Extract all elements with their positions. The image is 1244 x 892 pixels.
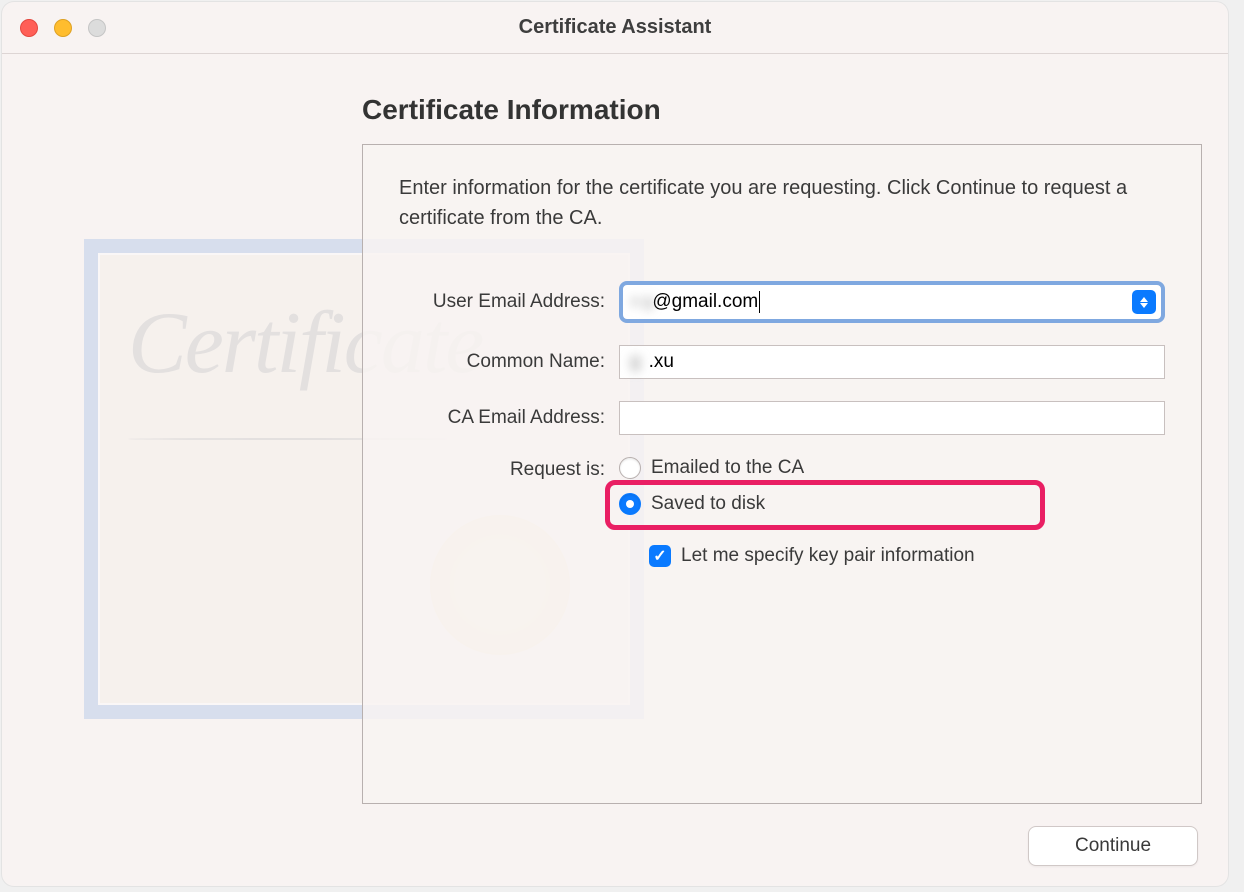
email-hidden-part: x g bbox=[631, 293, 652, 311]
radio-saved-to-disk[interactable]: Saved to disk bbox=[619, 493, 1165, 515]
form-description: Enter information for the certificate yo… bbox=[399, 173, 1165, 233]
form-panel: Enter information for the certificate yo… bbox=[362, 144, 1202, 804]
radio-emailed-to-ca[interactable]: Emailed to the CA bbox=[619, 457, 1165, 479]
email-input[interactable] bbox=[760, 291, 1132, 313]
maximize-window-button bbox=[88, 19, 106, 37]
radio-icon-selected bbox=[619, 493, 641, 515]
titlebar: Certificate Assistant bbox=[2, 2, 1228, 54]
window-title: Certificate Assistant bbox=[519, 16, 712, 39]
common-name-visible-part: .xu bbox=[649, 351, 674, 373]
radio-saved-label: Saved to disk bbox=[651, 493, 765, 515]
key-pair-checkbox-row[interactable]: Let me specify key pair information bbox=[633, 537, 991, 575]
content-area: Certificate Certificate Information Ente… bbox=[2, 54, 1228, 886]
common-name-label: Common Name: bbox=[399, 351, 619, 373]
ca-email-label: CA Email Address: bbox=[399, 407, 619, 429]
traffic-lights bbox=[20, 19, 106, 37]
key-pair-label: Let me specify key pair information bbox=[681, 545, 975, 567]
minimize-window-button[interactable] bbox=[54, 19, 72, 37]
continue-button[interactable]: Continue bbox=[1028, 826, 1198, 866]
radio-icon bbox=[619, 457, 641, 479]
combobox-stepper-icon[interactable] bbox=[1132, 290, 1156, 314]
main-form-area: Certificate Information Enter informatio… bbox=[362, 94, 1198, 804]
radio-emailed-label: Emailed to the CA bbox=[651, 457, 804, 479]
ca-email-input[interactable] bbox=[619, 401, 1165, 435]
request-radio-group: Emailed to the CA Saved to disk bbox=[619, 457, 1165, 515]
checkmark-icon bbox=[649, 545, 671, 567]
request-label: Request is: bbox=[399, 457, 619, 481]
email-combobox[interactable]: x g @gmail.com bbox=[619, 281, 1165, 323]
certificate-assistant-window: Certificate Assistant Certificate Certif… bbox=[2, 2, 1228, 886]
close-window-button[interactable] bbox=[20, 19, 38, 37]
email-label: User Email Address: bbox=[399, 291, 619, 313]
page-title: Certificate Information bbox=[362, 94, 1198, 126]
common-name-field[interactable]: g .xu bbox=[619, 345, 1165, 379]
email-visible-part: @gmail.com bbox=[652, 291, 760, 313]
common-name-hidden-part: g bbox=[630, 351, 649, 373]
